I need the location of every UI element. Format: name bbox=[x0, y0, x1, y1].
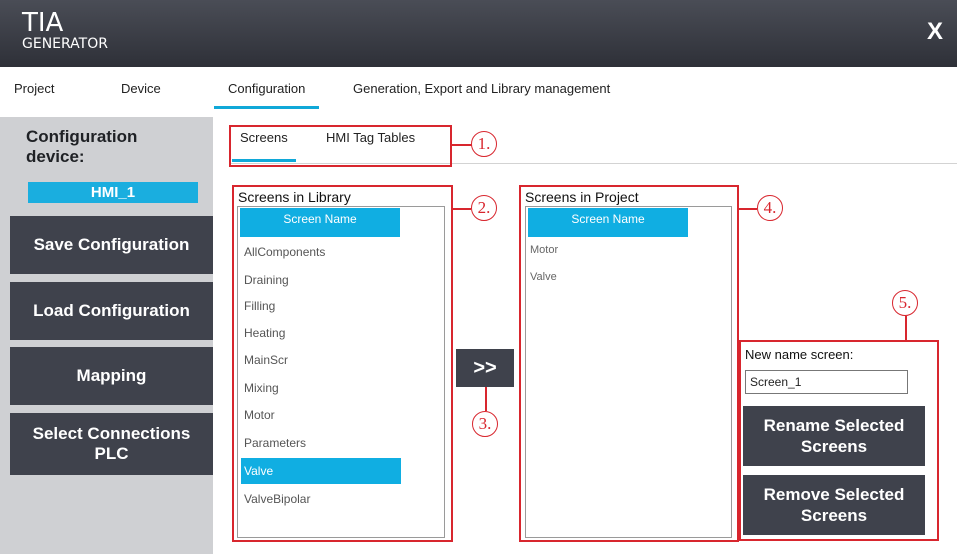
add-to-project-button[interactable]: >> bbox=[456, 349, 514, 387]
callout-leader-3 bbox=[485, 387, 487, 411]
main-tab-bar: Project Device Configuration Generation,… bbox=[0, 67, 957, 109]
callout-leader-1 bbox=[452, 144, 472, 146]
logo-sub-text: GENERATOR bbox=[22, 36, 108, 52]
logo-main-text: TIA bbox=[22, 8, 64, 38]
callout-leader-4 bbox=[739, 208, 757, 210]
list-item[interactable]: Mixing bbox=[241, 375, 401, 401]
tab-project[interactable]: Project bbox=[14, 67, 54, 109]
save-configuration-button[interactable]: Save Configuration bbox=[10, 216, 213, 274]
tab-device[interactable]: Device bbox=[121, 67, 161, 109]
callout-marker-4: 4. bbox=[757, 195, 783, 221]
callout-marker-5: 5. bbox=[892, 290, 918, 316]
tab-configuration[interactable]: Configuration bbox=[213, 67, 320, 109]
list-item[interactable]: ValveBipolar bbox=[241, 486, 401, 512]
close-button[interactable]: X bbox=[927, 18, 943, 46]
callout-leader-2 bbox=[453, 208, 471, 210]
app-logo: TIA GENERATOR bbox=[22, 10, 108, 51]
list-item[interactable]: Motor bbox=[530, 244, 558, 256]
callout-marker-1: 1. bbox=[471, 131, 497, 157]
list-item[interactable]: Filling bbox=[241, 293, 401, 319]
callout-marker-2: 2. bbox=[471, 195, 497, 221]
project-panel-title: Screens in Project bbox=[525, 189, 639, 205]
rename-selected-screens-button[interactable]: Rename Selected Screens bbox=[743, 406, 925, 466]
list-item[interactable]: Valve bbox=[530, 271, 557, 283]
library-panel-title: Screens in Library bbox=[238, 189, 351, 205]
list-item-selected[interactable]: Valve bbox=[241, 458, 401, 484]
sidebar: Configuration device: HMI_1 Save Configu… bbox=[0, 117, 213, 554]
list-item[interactable]: Draining bbox=[241, 267, 401, 293]
new-name-label: New name screen: bbox=[745, 347, 854, 362]
list-item[interactable]: MainScr bbox=[241, 347, 401, 373]
callout-box-1 bbox=[229, 125, 452, 167]
device-name-badge: HMI_1 bbox=[28, 182, 198, 203]
callout-leader-5 bbox=[905, 316, 907, 340]
select-connections-plc-button[interactable]: Select Connections PLC bbox=[10, 413, 213, 475]
sidebar-title: Configuration device: bbox=[26, 127, 138, 166]
new-name-input[interactable] bbox=[745, 370, 908, 394]
list-item[interactable]: Parameters bbox=[241, 430, 401, 456]
list-item[interactable]: AllComponents bbox=[241, 239, 401, 265]
mapping-button[interactable]: Mapping bbox=[10, 347, 213, 405]
list-item[interactable]: Motor bbox=[241, 402, 401, 428]
callout-marker-3: 3. bbox=[472, 411, 498, 437]
title-bar: TIA GENERATOR X bbox=[0, 0, 957, 67]
load-configuration-button[interactable]: Load Configuration bbox=[10, 282, 213, 340]
list-item[interactable]: Heating bbox=[241, 320, 401, 346]
library-column-header[interactable]: Screen Name bbox=[240, 208, 400, 237]
remove-selected-screens-button[interactable]: Remove Selected Screens bbox=[743, 475, 925, 535]
project-column-header[interactable]: Screen Name bbox=[528, 208, 688, 237]
tab-generation-export-library[interactable]: Generation, Export and Library managemen… bbox=[353, 67, 610, 109]
